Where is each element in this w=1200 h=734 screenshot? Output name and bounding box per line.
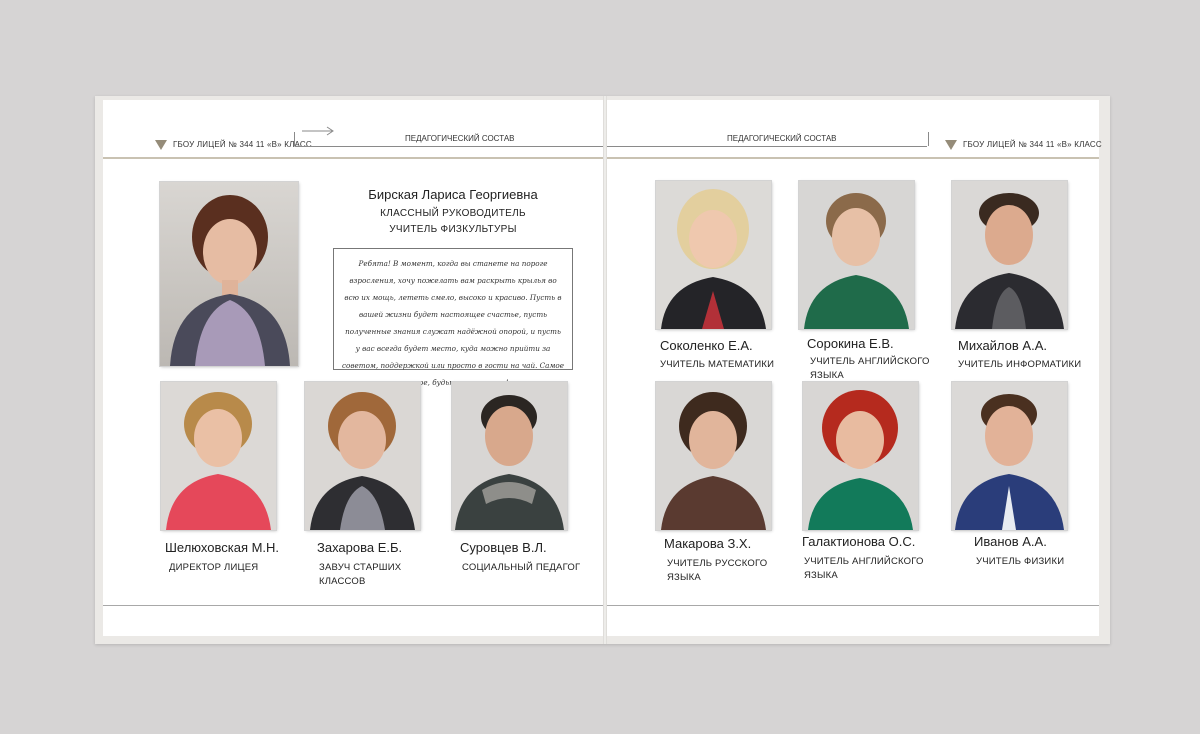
- featured-teacher-role-1: КЛАССНЫЙ РУКОВОДИТЕЛЬ: [380, 208, 526, 219]
- teacher-photo-2: [305, 382, 420, 530]
- teacher-photo-6: [952, 181, 1067, 329]
- teacher-name-4: Соколенко Е.А.: [660, 338, 753, 353]
- teacher-role-3: СОЦИАЛЬНЫЙ ПЕДАГОГ: [462, 562, 581, 573]
- teacher-photo-5: [799, 181, 914, 329]
- header-gold-rule-right: [607, 157, 1099, 159]
- featured-teacher-role-2: УЧИТЕЛЬ ФИЗКУЛЬТУРЫ: [389, 224, 517, 235]
- header-rule-left: [295, 146, 603, 147]
- teacher-role-6: УЧИТЕЛЬ ИНФОРМАТИКИ: [958, 359, 1082, 370]
- footer-rule-right: [607, 605, 1099, 606]
- teacher-photo-1: [161, 382, 276, 530]
- teacher-name-5: Сорокина Е.В.: [807, 336, 894, 351]
- teacher-photo-4: [656, 181, 771, 329]
- school-header-left: ГБОУ ЛИЦЕЙ № 344 11 «В» КЛАСС: [173, 140, 312, 149]
- featured-teacher-name: Бирская Лариса Георгиевна: [368, 187, 538, 202]
- header-rule-right: [607, 146, 927, 147]
- teacher-role-1: ДИРЕКТОР ЛИЦЕЯ: [169, 562, 259, 573]
- left-page: ГБОУ ЛИЦЕЙ № 344 11 «В» КЛАСС ПЕДАГОГИЧЕ…: [103, 100, 603, 636]
- header-gold-rule: [103, 157, 603, 159]
- teacher-name-7: Макарова З.Х.: [664, 536, 752, 551]
- teacher-role-9: УЧИТЕЛЬ ФИЗИКИ: [976, 556, 1065, 567]
- teacher-name-1: Шелюховская М.Н.: [165, 540, 280, 555]
- teacher-role-2: ЗАВУЧ СТАРШИХ КЛАССОВ: [319, 562, 402, 587]
- farewell-quote-text: Ребята! В момент, когда вы станете на по…: [342, 259, 564, 387]
- yearbook-spread: ГБОУ ЛИЦЕЙ № 344 11 «В» КЛАСС ПЕДАГОГИЧЕ…: [95, 96, 1110, 644]
- teacher-photo-7: [656, 382, 771, 530]
- right-page: ПЕДАГОГИЧЕСКИЙ СОСТАВ ГБОУ ЛИЦЕЙ № 344 1…: [607, 100, 1102, 636]
- header-divider: [294, 132, 295, 146]
- teacher-photo-8: [803, 382, 918, 530]
- teacher-photo-9: [952, 382, 1067, 530]
- teacher-name-2: Захарова Е.Б.: [317, 540, 403, 555]
- section-title-left: ПЕДАГОГИЧЕСКИЙ СОСТАВ: [405, 134, 515, 143]
- teacher-name-9: Иванов А.А.: [974, 534, 1047, 549]
- teacher-name-6: Михайлов А.А.: [958, 338, 1047, 353]
- farewell-quote-box: Ребята! В момент, когда вы станете на по…: [333, 248, 573, 387]
- triangle-marker-icon: [155, 140, 167, 150]
- header-divider-right: [928, 132, 929, 146]
- teacher-name-8: Галактионова О.С.: [802, 534, 916, 549]
- teacher-role-5: УЧИТЕЛЬ АНГЛИЙСКОГО ЯЗЫКА: [810, 356, 930, 381]
- school-header-right: ГБОУ ЛИЦЕЙ № 344 11 «В» КЛАСС: [963, 140, 1102, 149]
- teacher-role-4: УЧИТЕЛЬ МАТЕМАТИКИ: [660, 359, 775, 370]
- footer-rule-left: [103, 605, 603, 606]
- teacher-role-7: УЧИТЕЛЬ РУССКОГО ЯЗЫКА: [667, 558, 768, 583]
- teacher-photo-3: [452, 382, 567, 530]
- section-title-right: ПЕДАГОГИЧЕСКИЙ СОСТАВ: [727, 134, 837, 143]
- teacher-name-3: Суровцев В.Л.: [460, 540, 547, 555]
- featured-teacher-photo: [160, 182, 298, 366]
- teacher-role-8: УЧИТЕЛЬ АНГЛИЙСКОГО ЯЗЫКА: [804, 556, 924, 581]
- arrow-right-icon: [302, 126, 334, 136]
- triangle-marker-icon: [945, 140, 957, 150]
